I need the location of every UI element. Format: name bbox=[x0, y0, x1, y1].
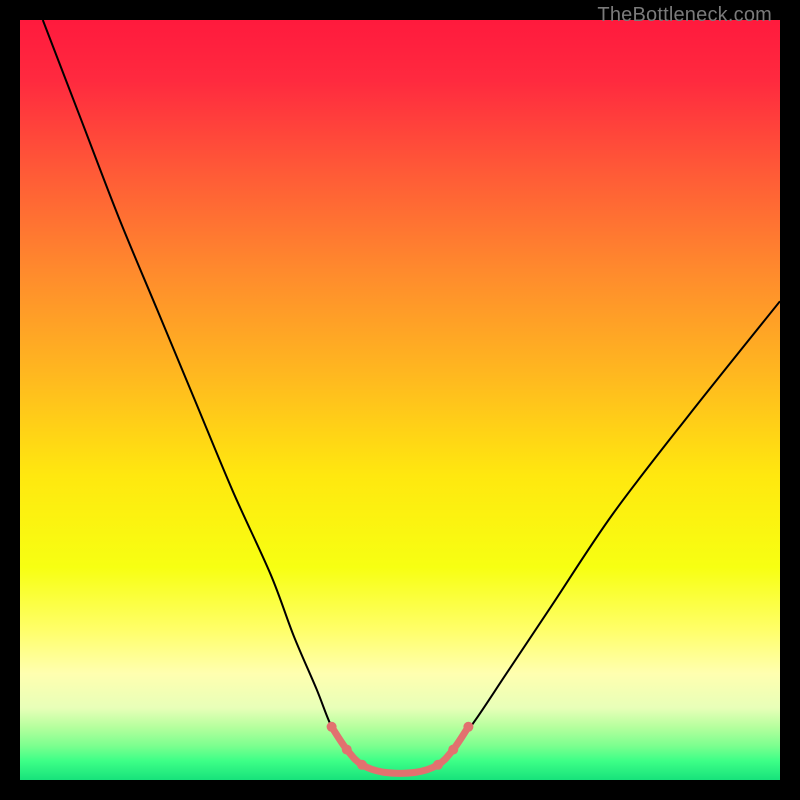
trough-dot bbox=[433, 760, 443, 770]
bottleneck-chart bbox=[20, 20, 780, 780]
trough-dot bbox=[327, 722, 337, 732]
trough-dot bbox=[342, 745, 352, 755]
chart-background bbox=[20, 20, 780, 780]
chart-frame bbox=[20, 20, 780, 780]
trough-dot bbox=[357, 760, 367, 770]
watermark-text: TheBottleneck.com bbox=[597, 4, 772, 27]
trough-dot bbox=[448, 745, 458, 755]
trough-dot bbox=[463, 722, 473, 732]
